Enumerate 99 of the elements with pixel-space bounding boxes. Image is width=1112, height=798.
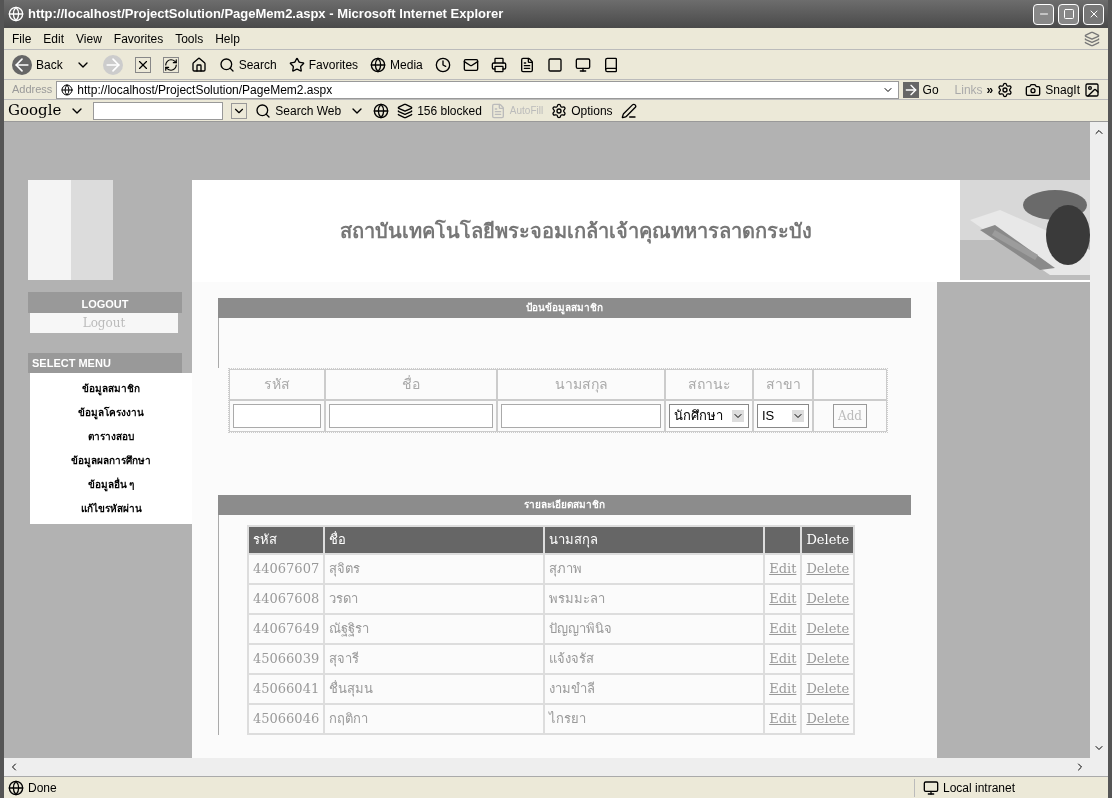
banner-title: สถาบันเทคโนโลยีพระจอมเกล้าเจ้าคุณทหารลาดกระบัง bbox=[340, 218, 812, 246]
menu-item[interactable]: File bbox=[12, 29, 32, 48]
back-button[interactable]: Back bbox=[12, 54, 63, 75]
form-column-header: สถานะ bbox=[665, 369, 753, 400]
column-header: Delete bbox=[801, 526, 855, 554]
window-title: http://localhost/ProjectSolution/PageMem2.aspx - Microsoft Internet Explorer bbox=[28, 5, 505, 24]
favorites-button[interactable]: Favorites bbox=[288, 55, 359, 74]
pencil-icon[interactable] bbox=[620, 102, 637, 119]
search-icon bbox=[218, 56, 235, 73]
menu-item[interactable]: Edit bbox=[43, 29, 65, 48]
page-icon bbox=[8, 779, 24, 796]
search-icon bbox=[255, 102, 272, 119]
options-button[interactable]: Options bbox=[551, 101, 613, 120]
camera-icon bbox=[1025, 81, 1042, 98]
table-cell: วรดา bbox=[324, 584, 545, 614]
vertical-scrollbar[interactable] bbox=[1090, 122, 1108, 776]
history-icon[interactable] bbox=[434, 56, 451, 73]
google-search-field[interactable] bbox=[93, 101, 224, 120]
status-text: Done bbox=[28, 779, 57, 797]
dropdown[interactable]: IS bbox=[757, 404, 809, 428]
menu-link[interactable]: ข้อมูลสมาชิก bbox=[82, 381, 140, 396]
address-text: http://localhost/ProjectSolution/PageMem2.aspx bbox=[77, 81, 334, 99]
table-cell: ปัญญาพินิจ bbox=[544, 614, 765, 644]
table-cell: สุภาพ bbox=[544, 554, 765, 584]
caret-icon bbox=[792, 410, 804, 422]
edit-icon[interactable] bbox=[518, 56, 535, 73]
column-header: นามสกุล bbox=[544, 526, 765, 554]
browser-icon bbox=[8, 6, 24, 22]
form-column-header: สาขา bbox=[753, 369, 813, 400]
table-cell: กฤติกา bbox=[324, 704, 545, 734]
page-icon bbox=[61, 83, 74, 96]
table-cell: ชื่นสุมน bbox=[324, 674, 545, 704]
mail-icon[interactable] bbox=[462, 56, 479, 73]
settings-icon[interactable] bbox=[997, 81, 1014, 98]
chevron[interactable]: » bbox=[986, 80, 994, 99]
popup-blocker-button[interactable]: 156 blocked bbox=[397, 101, 482, 120]
table-cell: ณัฐฐิรา bbox=[324, 614, 545, 644]
logout-heading: LOGOUT bbox=[28, 292, 182, 313]
google-logo[interactable]: Google bbox=[8, 99, 62, 122]
column-header: รหัส bbox=[248, 526, 325, 554]
computer-icon bbox=[923, 779, 939, 796]
table-cell: 45066039 bbox=[248, 644, 325, 674]
form-column-header: นามสกุล bbox=[497, 369, 665, 400]
table-cell: ไกรยา bbox=[544, 704, 765, 734]
address-field[interactable]: http://localhost/ProjectSolution/PageMem2.aspx bbox=[56, 80, 899, 99]
table-cell: 44067607 bbox=[248, 554, 325, 584]
caret-icon[interactable] bbox=[231, 102, 248, 119]
close-button[interactable] bbox=[1083, 3, 1104, 25]
table-cell: แจ้งจรัส bbox=[544, 644, 765, 674]
menu-link[interactable]: แก้ไขรหัสผ่าน bbox=[80, 501, 142, 516]
address-label: Address bbox=[12, 82, 53, 98]
section-header: รายละเอียดสมาชิก bbox=[218, 495, 911, 515]
form-column-header: ชื่อ bbox=[325, 369, 497, 400]
table-cell: สุจิตร bbox=[324, 554, 545, 584]
column-header: ชื่อ bbox=[324, 526, 545, 554]
table-cell: 44067608 bbox=[248, 584, 325, 614]
capture-icon[interactable] bbox=[1084, 81, 1100, 98]
section-header: ป้อนข้อมูลสมาชิก bbox=[218, 298, 911, 318]
go-icon bbox=[902, 81, 919, 98]
maximize-button[interactable] bbox=[1058, 3, 1079, 25]
maximize-icon bbox=[1062, 8, 1075, 20]
home-icon[interactable] bbox=[190, 56, 207, 73]
form-icon bbox=[489, 102, 506, 119]
back-icon bbox=[12, 54, 32, 75]
menu-link[interactable]: ข้อมูลอื่น ๆ bbox=[87, 477, 135, 492]
form-column-header: รหัส bbox=[229, 369, 325, 400]
menu-item[interactable]: Favorites bbox=[113, 29, 164, 48]
table-cell: 44067649 bbox=[248, 614, 325, 644]
menu-link[interactable]: ข้อมูลโครงงาน bbox=[78, 405, 144, 420]
media-button[interactable]: Media bbox=[370, 55, 423, 74]
menu-link[interactable]: ตารางสอบ bbox=[88, 429, 134, 444]
globe-icon bbox=[370, 56, 387, 73]
last-name-input[interactable] bbox=[501, 404, 661, 428]
snagit-button[interactable]: SnagIt bbox=[1025, 80, 1080, 99]
dropdown[interactable]: นักศึกษา bbox=[669, 404, 749, 428]
id-input[interactable] bbox=[233, 404, 321, 428]
menu-item[interactable]: View bbox=[76, 29, 102, 48]
settings-icon bbox=[551, 102, 568, 119]
caret-icon bbox=[732, 410, 744, 422]
horizontal-scrollbar[interactable] bbox=[4, 758, 1090, 776]
menu-heading: SELECT MENU bbox=[28, 352, 182, 373]
zone-text: Local intranet bbox=[943, 779, 1016, 797]
table-cell: งามขำลี bbox=[544, 674, 765, 704]
go-button[interactable]: Go bbox=[902, 80, 939, 99]
table-cell: 45066041 bbox=[248, 674, 325, 704]
table-cell: สุจารี bbox=[324, 644, 545, 674]
menu-link[interactable]: ข้อมูลผลการศึกษา bbox=[71, 453, 151, 468]
search-button[interactable]: Search bbox=[218, 55, 277, 74]
minimize-button[interactable] bbox=[1033, 3, 1054, 25]
table-cell: 45066046 bbox=[248, 704, 325, 734]
menu-item[interactable]: Help bbox=[215, 29, 240, 48]
first-name-input[interactable] bbox=[329, 404, 493, 428]
table-cell: พรมมะลา bbox=[544, 584, 765, 614]
star-icon bbox=[288, 56, 305, 73]
menu-item[interactable]: Tools bbox=[175, 29, 204, 48]
refresh-icon[interactable] bbox=[162, 56, 179, 73]
stop-icon[interactable] bbox=[134, 56, 151, 73]
print-icon[interactable] bbox=[490, 56, 507, 73]
search-web-button[interactable]: Search Web bbox=[255, 101, 342, 120]
